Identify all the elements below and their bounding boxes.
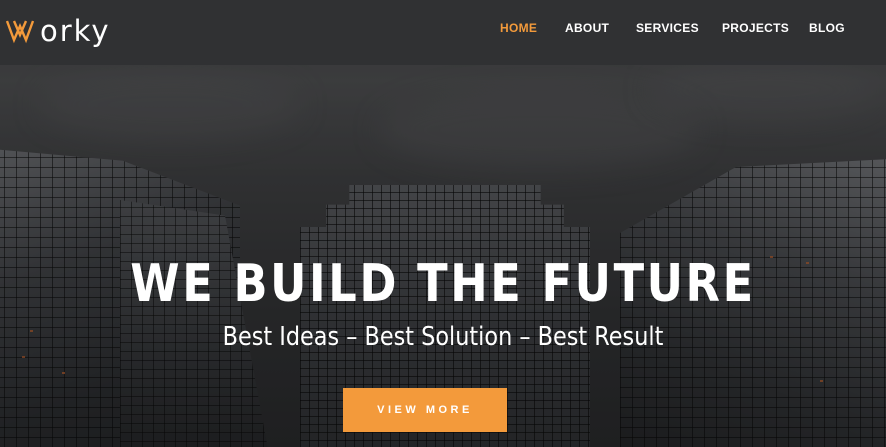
site-header: orky HOME ABOUT SERVICES PROJECTS BLOG [0, 0, 886, 65]
hero-title: WE BUILD THE FUTURE [130, 254, 756, 314]
nav-item-home[interactable]: HOME [500, 21, 537, 35]
hero-dark-overlay [0, 0, 886, 447]
nav-item-services[interactable]: SERVICES [636, 21, 699, 35]
landing-page: orky HOME ABOUT SERVICES PROJECTS BLOG W… [0, 0, 886, 447]
hero-subtitle: Best Ideas – Best Solution – Best Result [222, 322, 664, 352]
view-more-button[interactable]: VIEW MORE [343, 388, 507, 432]
main-nav: HOME ABOUT SERVICES PROJECTS BLOG [0, 21, 886, 41]
nav-item-projects[interactable]: PROJECTS [722, 21, 789, 35]
nav-item-blog[interactable]: BLOG [809, 21, 845, 35]
nav-item-about[interactable]: ABOUT [565, 21, 609, 35]
